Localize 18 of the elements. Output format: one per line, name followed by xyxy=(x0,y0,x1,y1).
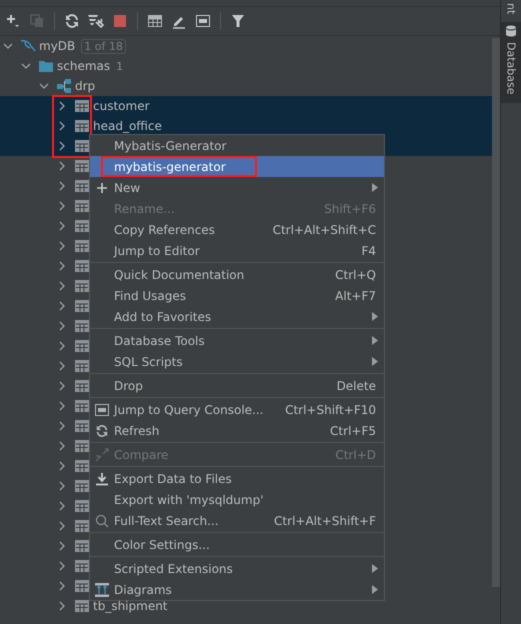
shortcut-label: Delete xyxy=(336,378,376,392)
shortcut-label: Ctrl+D xyxy=(335,448,376,462)
table-name: head_office xyxy=(93,119,162,133)
schema-name: drp xyxy=(75,79,96,93)
shortcut-label: Alt+F7 xyxy=(335,288,376,302)
folder-name: schemas xyxy=(57,59,110,73)
shortcut-label: F4 xyxy=(361,244,376,258)
count-badge: 1 of 18 xyxy=(81,38,126,54)
item-count: 1 xyxy=(116,60,124,72)
shortcut-label: Ctrl+F5 xyxy=(330,424,376,438)
table-name: customer xyxy=(93,99,150,113)
table-name: tb_shipment xyxy=(93,599,168,613)
shortcut-label: Ctrl+Alt+Shift+F xyxy=(274,514,376,528)
shortcut-label: Ctrl+Alt+Shift+C xyxy=(272,222,376,236)
shortcut-label: Ctrl+Shift+F10 xyxy=(285,402,376,416)
shortcut-label: Shift+F6 xyxy=(324,202,376,216)
shortcut-label: Ctrl+Q xyxy=(335,268,376,282)
datasource-name: myDB xyxy=(39,39,76,53)
